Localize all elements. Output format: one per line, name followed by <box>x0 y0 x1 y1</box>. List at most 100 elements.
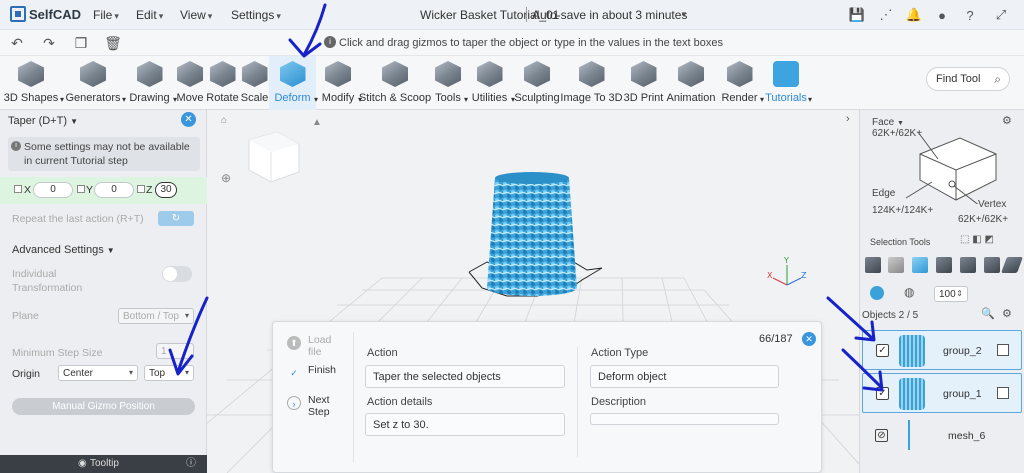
tool-tools[interactable]: Tools ▾ <box>430 56 468 110</box>
min-step-input[interactable]: 1 <box>156 343 194 359</box>
object-thumbnail <box>908 420 910 450</box>
save-icon[interactable]: 💾 <box>848 6 866 24</box>
tool-modify[interactable]: Modify ▾ <box>316 56 362 110</box>
description-label: Description <box>591 396 647 408</box>
bell-icon[interactable]: 🔔 <box>905 6 923 24</box>
select-box-icon[interactable] <box>865 257 881 273</box>
group-icon[interactable] <box>997 387 1009 399</box>
object-checkbox[interactable]: ✓ <box>876 387 889 400</box>
find-tool-placeholder: Find Tool <box>936 73 981 85</box>
share-icon[interactable]: ⋰ <box>877 6 895 24</box>
3d-print-icon <box>630 61 657 87</box>
autosave-status[interactable]: Auto-save in about 3 minutes <box>532 8 687 22</box>
object-checkbox[interactable]: ⊘ <box>875 429 888 442</box>
tool-3d-print[interactable]: 3D Print <box>622 56 665 110</box>
tool-render[interactable]: Render ▾ <box>717 56 764 110</box>
repeat-button[interactable]: ↻ <box>158 211 194 226</box>
menu-settings[interactable]: Settings <box>231 8 281 22</box>
manual-gizmo-position-button[interactable]: Manual Gizmo Position <box>12 398 195 415</box>
object-checkbox[interactable]: ✓ <box>876 344 889 357</box>
top-bar: SelfCAD File Edit View Settings Wicker B… <box>0 0 1024 30</box>
z-checkbox[interactable] <box>137 185 145 193</box>
generators-icon <box>80 61 106 87</box>
tool-rotate[interactable]: Rotate <box>205 56 240 110</box>
vertex-label[interactable]: Vertex <box>978 199 1006 210</box>
basket-model <box>487 178 577 288</box>
search-icon[interactable]: 🔍 <box>981 307 995 320</box>
selfcad-app: SelfCAD File Edit View Settings Wicker B… <box>0 0 1024 473</box>
group-icon[interactable] <box>997 344 1009 356</box>
brush-icon[interactable]: ◍ <box>904 285 914 299</box>
delete-icon[interactable]: 🗑 <box>104 34 122 52</box>
tool-animation[interactable]: Animation <box>665 56 717 110</box>
tool-deform[interactable]: Deform ▾ <box>269 56 318 110</box>
help-icon[interactable]: ? <box>961 6 979 24</box>
tool-stitch-scoop[interactable]: Stitch & Scoop <box>359 56 431 110</box>
tool-utilities[interactable]: Utilities ▾ <box>466 56 515 110</box>
origin-select[interactable]: Center ▾ <box>58 365 138 381</box>
redo-icon[interactable]: ↷ <box>40 34 58 52</box>
undo-icon[interactable]: ↶ <box>8 34 26 52</box>
y-input[interactable]: 0 <box>94 182 134 198</box>
tool-generators[interactable]: Generators ▾ <box>62 56 126 110</box>
lightbulb-icon: ◉ <box>78 458 87 469</box>
menu-file[interactable]: File <box>93 8 119 22</box>
x-input[interactable]: 0 <box>33 182 73 198</box>
tool-scale[interactable]: Scale <box>240 56 269 110</box>
chevron-down-icon[interactable]: ▼ <box>680 10 688 19</box>
tool-label: Rotate <box>206 92 239 104</box>
advanced-settings-header[interactable]: Advanced Settings ▼ <box>12 244 115 256</box>
x-checkbox[interactable] <box>14 185 22 193</box>
edge-label[interactable]: Edge <box>872 188 895 199</box>
z-input[interactable]: 30 <box>155 182 177 198</box>
object-thumbnail <box>899 335 925 367</box>
tool-label: Move <box>176 92 204 104</box>
tool-drawing[interactable]: Drawing ▾ <box>124 56 177 110</box>
close-icon[interactable]: ✕ <box>802 332 816 346</box>
step-next[interactable]: › Next Step <box>283 394 343 424</box>
selection-mode-cube[interactable] <box>900 124 1000 204</box>
edge-count: 124K+/124K+ <box>872 205 934 216</box>
plane-select[interactable]: Bottom / Top ▾ <box>118 308 194 324</box>
step-finish[interactable]: ✓ Finish <box>283 364 343 394</box>
y-label: Y <box>86 184 94 196</box>
render-icon <box>726 61 753 87</box>
tool-move[interactable]: Move <box>175 56 205 110</box>
close-icon[interactable]: ✕ <box>181 112 196 127</box>
tool-sculpting[interactable]: Sculpting <box>513 56 561 110</box>
object-row-mesh-6[interactable]: ⊘ mesh_6 <box>862 416 1022 456</box>
select-faces-icon[interactable] <box>960 257 976 273</box>
select-lasso-icon[interactable] <box>1001 257 1023 273</box>
select-edges-icon[interactable] <box>984 257 1000 273</box>
menu-view[interactable]: View <box>180 8 212 22</box>
gear-icon[interactable]: ⚙ <box>1002 307 1012 320</box>
individual-transformation-toggle[interactable] <box>162 266 192 282</box>
app-logo[interactable]: SelfCAD <box>10 6 81 22</box>
user-icon[interactable]: ● <box>933 6 951 24</box>
origin-side-select[interactable]: Top ▾ <box>144 365 194 381</box>
step-counter: 66/187 <box>759 333 793 345</box>
object-row-group-1[interactable]: ✓ group_1 <box>862 373 1022 413</box>
fullscreen-icon[interactable]: ⤢ <box>992 6 1010 24</box>
menu-edit[interactable]: Edit <box>136 8 163 22</box>
select-options-icons[interactable]: ⬚ ◧ ◩ <box>960 234 994 245</box>
select-mesh-icon[interactable] <box>888 257 904 273</box>
xyz-inputs: X 0 Y 0 Z 30 <box>0 177 207 204</box>
chevron-down-icon: ▾ <box>807 95 812 104</box>
tool-tutorials[interactable]: Tutorials ▾ <box>762 56 812 110</box>
selfcad-logo-icon <box>10 6 26 22</box>
select-solid-icon[interactable] <box>936 257 952 273</box>
find-tool-input[interactable]: Find Tool ⌕ <box>926 67 1010 91</box>
select-cube-icon[interactable] <box>912 257 928 273</box>
tool-image-to-3d[interactable]: Image To 3D <box>560 56 623 110</box>
tool-3d-shapes[interactable]: 3D Shapes ▾ <box>0 56 64 110</box>
y-checkbox[interactable] <box>77 185 85 193</box>
panel-title[interactable]: Taper (D+T) ▼ <box>8 115 78 127</box>
object-row-group-2[interactable]: ✓ group_2 <box>862 330 1022 370</box>
copy-icon[interactable]: ❐ <box>72 34 90 52</box>
gear-icon[interactable]: ⚙ <box>1002 114 1012 127</box>
tooltip-bar[interactable]: ◉ Tooltip ⓘ <box>0 455 207 473</box>
paint-color-icon[interactable] <box>870 286 884 300</box>
brush-size-input[interactable]: 100 ⇕ <box>934 286 968 302</box>
search-icon[interactable]: ⌕ <box>994 72 1001 87</box>
